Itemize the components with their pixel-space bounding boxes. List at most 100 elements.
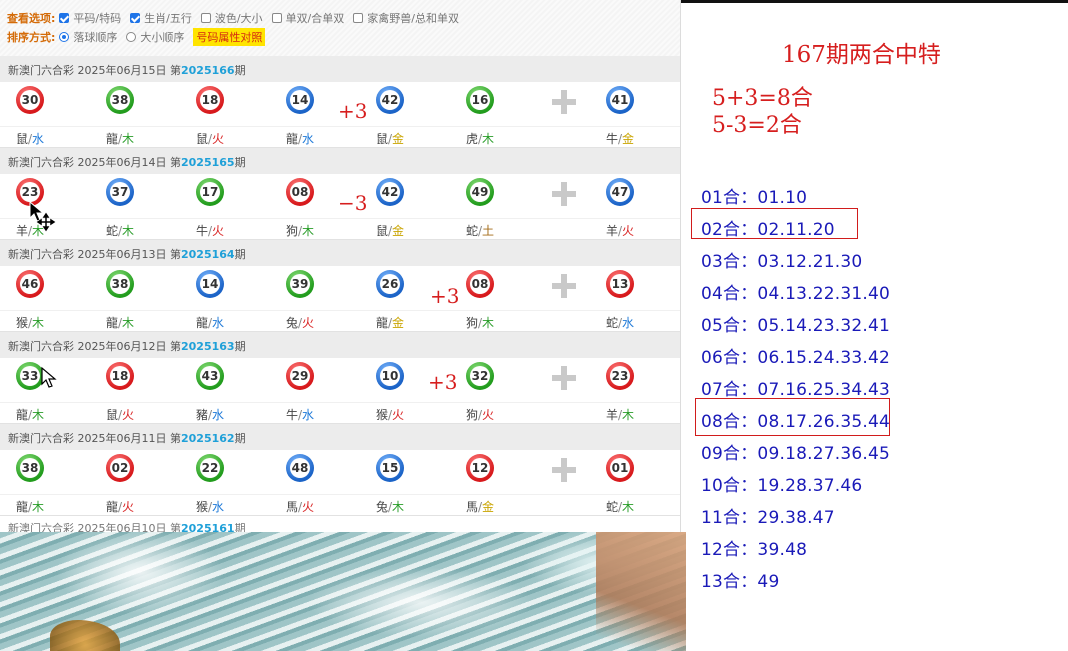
zodiac: 鼠 [195,132,208,146]
element: 水 [212,316,225,330]
draw-header: 新澳门六合彩 2025年06月12日 第2025163期 [0,332,680,358]
combo-line: 09合：09.18.27.36.45 [701,444,891,464]
checkbox-icon[interactable] [353,13,364,23]
combo-line: 04合：04.13.22.31.40 [701,284,891,304]
lottery-ball: 18 [196,86,224,114]
draw-header-prefix: 新澳门六合彩 2025年06月14日 第 [8,156,181,169]
zodiac-element-label: 狗/木 [270,222,330,239]
plus-icon [552,90,576,114]
option-flat-special[interactable]: 平码/特码 [59,10,121,26]
ball-number: 23 [20,182,40,202]
annotation-plus3-b: +3 [430,284,460,308]
annotation-minus3: −3 [338,191,368,215]
element: 木 [122,132,135,146]
number-attribute-button[interactable]: 号码属性对照 [193,28,266,46]
checkbox-icon[interactable] [271,13,282,23]
lottery-ball: 10 [376,362,404,390]
zodiac: 蛇 [105,224,118,238]
option-odd-even[interactable]: 单双/合单双 [271,10,344,26]
option-zodiac-element[interactable]: 生肖/五行 [130,10,192,26]
zodiac: 蛇 [605,500,618,514]
combo-line: 13合：49 [701,572,780,592]
ball-number: 43 [200,366,220,386]
sort-options-label: 排序方式: [7,31,56,44]
checkbox-icon[interactable] [200,13,211,23]
option-label: 平码/特码 [73,12,122,25]
draw-header-suffix: 期 [234,64,246,77]
option-domestic-wild[interactable]: 家禽野兽/总和单双 [353,10,459,26]
checkbox-icon[interactable] [59,13,70,23]
element: 火 [392,408,405,422]
ball-number: 14 [290,90,310,110]
element: 金 [622,132,635,146]
zodiac: 龍 [15,408,28,422]
element: 火 [122,408,135,422]
element: 土 [482,224,495,238]
lottery-ball: 29 [286,362,314,390]
zodiac-element-label: 蛇/水 [590,314,650,331]
highlight-box-08 [695,398,890,436]
zodiac: 猴 [15,316,28,330]
zodiac-element-label: 虎/木 [450,130,510,147]
element: 木 [122,224,135,238]
lottery-ball: 41 [606,86,634,114]
zodiac: 兔 [285,316,298,330]
zodiac-element-label: 龍/木 [0,498,60,515]
element: 火 [482,408,495,422]
zodiac-element-label: 牛/火 [180,222,240,239]
element: 金 [392,132,405,146]
banner-sand [596,532,686,651]
zodiac-element-label: 兔/火 [270,314,330,331]
plus-icon [552,458,576,482]
ball-number: 38 [110,274,130,294]
zodiac: 猴 [195,500,208,514]
ball-number: 33 [20,366,40,386]
element: 火 [302,316,315,330]
ocean-banner-image [0,532,686,651]
zodiac: 鼠 [15,132,28,146]
zodiac-element-label: 羊/火 [590,222,650,239]
radio-icon[interactable] [59,32,70,42]
lottery-ball: 42 [376,86,404,114]
element: 金 [482,500,495,514]
lottery-ball: 12 [466,454,494,482]
lottery-ball: 38 [106,86,134,114]
lottery-ball: 17 [196,178,224,206]
ball-number: 26 [380,274,400,294]
zodiac: 牛 [195,224,208,238]
draw-header-suffix: 期 [234,156,246,169]
element: 火 [212,132,225,146]
lottery-ball: 18 [106,362,134,390]
sort-draw-order[interactable]: 落球顺序 [59,29,117,45]
element: 木 [622,408,635,422]
lottery-ball: 38 [16,454,44,482]
ball-number: 23 [610,366,630,386]
ball-number: 16 [470,90,490,110]
lottery-ball: 37 [106,178,134,206]
lottery-ball: 32 [466,362,494,390]
zodiac-element-label: 蛇/木 [90,222,150,239]
ball-number: 39 [290,274,310,294]
checkbox-icon[interactable] [130,13,141,23]
ball-number: 48 [290,458,310,478]
sort-size-order[interactable]: 大小顺序 [126,29,184,45]
sort-options-row: 排序方式: 落球顺序 大小顺序 号码属性对照 [7,28,266,46]
combo-line: 10合：19.28.37.46 [701,476,863,496]
zodiac: 狗 [285,224,298,238]
zodiac-element-label: 蛇/木 [590,498,650,515]
element: 木 [622,500,635,514]
lottery-ball: 49 [466,178,494,206]
lottery-ball: 46 [16,270,44,298]
zodiac: 鼠 [105,408,118,422]
option-color-size[interactable]: 波色/大小 [200,10,263,26]
radio-icon[interactable] [126,32,137,42]
combo-line: 11合：29.38.47 [701,508,835,528]
element: 木 [482,132,495,146]
zodiac-element-label: 牛/水 [270,406,330,423]
draw-header: 新澳门六合彩 2025年06月14日 第2025165期 [0,148,680,174]
highlight-box-02 [691,208,858,239]
element: 水 [212,500,225,514]
zodiac-element-label: 猴/水 [180,498,240,515]
pointer-cursor-icon [41,366,57,388]
draw-row: 新澳门六合彩 2025年06月11日 第2025162期 38 龍/木 02 龍/火 22… [0,424,680,516]
